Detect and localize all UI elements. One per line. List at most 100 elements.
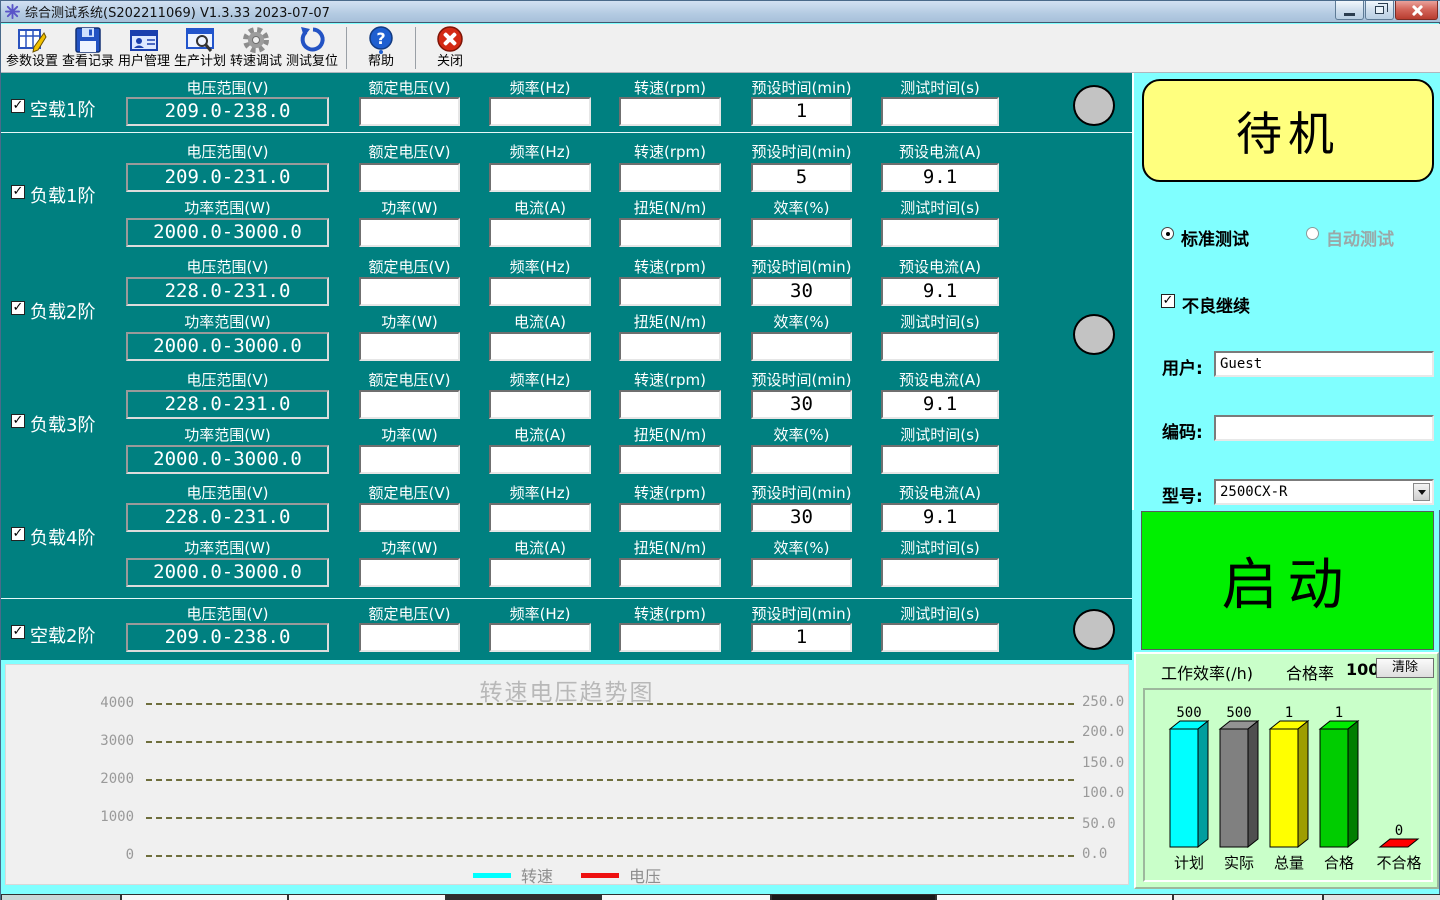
stage-enable-checkbox[interactable]: ✓ xyxy=(11,625,25,639)
code-input[interactable] xyxy=(1214,415,1434,441)
value-input[interactable] xyxy=(619,97,721,126)
value-input[interactable]: 9.1 xyxy=(881,163,999,192)
field-label: 预设电流(A) xyxy=(856,482,1024,503)
value-input[interactable] xyxy=(619,332,721,361)
stage-enable-checkbox[interactable]: ✓ xyxy=(11,414,25,428)
value-input[interactable] xyxy=(751,445,852,474)
field-label: 电压范围(V) xyxy=(101,603,354,624)
toolbar-button-help[interactable]: ? 帮助 xyxy=(353,25,409,72)
field-label: 功率范围(W) xyxy=(101,537,354,558)
value-input[interactable] xyxy=(881,623,999,652)
value-input[interactable] xyxy=(489,390,591,419)
value-input[interactable] xyxy=(359,558,460,587)
field-label: 预设时间(min) xyxy=(726,482,877,503)
toolbar-button-speed-debug[interactable]: 转速调试 xyxy=(228,25,284,72)
value-input[interactable] xyxy=(619,277,721,306)
value-input[interactable] xyxy=(881,218,999,247)
value-input[interactable]: 9.1 xyxy=(881,277,999,306)
radio-standard-test[interactable] xyxy=(1161,227,1174,240)
restore-button[interactable] xyxy=(1365,1,1394,20)
minimize-button[interactable] xyxy=(1335,1,1364,20)
field-label: 扭矩(N/m) xyxy=(594,537,746,558)
value-input[interactable] xyxy=(359,218,460,247)
legend-line-swatch xyxy=(473,873,511,878)
value-input[interactable] xyxy=(619,390,721,419)
legend-item: 转速 xyxy=(473,863,553,887)
value-input[interactable] xyxy=(489,623,591,652)
value-input[interactable] xyxy=(359,97,460,126)
value-input[interactable] xyxy=(751,218,852,247)
model-select[interactable]: 2500CX-R xyxy=(1214,479,1434,505)
value-input[interactable] xyxy=(359,390,460,419)
field-label: 额定电压(V) xyxy=(334,141,485,162)
stage-enable-checkbox[interactable]: ✓ xyxy=(11,527,25,541)
value-input[interactable] xyxy=(489,445,591,474)
value-input[interactable] xyxy=(489,503,591,532)
value-input[interactable]: 30 xyxy=(751,503,852,532)
left-axis-tick: 1000 xyxy=(44,809,134,825)
value-input[interactable] xyxy=(489,218,591,247)
radio-auto-test[interactable] xyxy=(1306,227,1319,240)
value-input[interactable] xyxy=(619,503,721,532)
value-input[interactable]: 9.1 xyxy=(881,503,999,532)
value-input[interactable] xyxy=(489,332,591,361)
bar-value-label: 500 xyxy=(1226,705,1251,721)
value-input[interactable] xyxy=(751,558,852,587)
start-button[interactable]: 启动 xyxy=(1141,511,1434,650)
stage-enable-checkbox[interactable]: ✓ xyxy=(11,99,25,113)
value-input[interactable] xyxy=(881,97,999,126)
field-label: 转速(rpm) xyxy=(594,141,746,162)
field-label: 转速(rpm) xyxy=(594,77,746,98)
continue-on-fail-checkbox[interactable]: ✓ xyxy=(1161,294,1175,308)
status-strip-segment xyxy=(1173,894,1323,900)
value-input[interactable]: 30 xyxy=(751,390,852,419)
value-input[interactable] xyxy=(881,445,999,474)
range-display: 228.0-231.0 xyxy=(126,277,329,306)
toolbar-button-view-records[interactable]: 查看记录 xyxy=(60,25,116,72)
stage-name: 负载1阶 xyxy=(30,182,95,208)
value-input[interactable] xyxy=(359,163,460,192)
field-label: 功率(W) xyxy=(334,197,485,218)
toolbar-label: 生产计划 xyxy=(174,55,226,69)
toolbar-button-production-plan[interactable]: 生产计划 xyxy=(172,25,228,72)
chevron-down-icon[interactable] xyxy=(1413,483,1430,501)
value-input[interactable] xyxy=(489,558,591,587)
close-button[interactable] xyxy=(1395,1,1438,20)
range-display: 2000.0-3000.0 xyxy=(126,558,329,587)
value-input[interactable] xyxy=(881,332,999,361)
field-label: 功率(W) xyxy=(334,537,485,558)
value-input[interactable] xyxy=(619,623,721,652)
stats-panel: 工作效率(/h) 合格率 100% 清除 500计划500实际1总量1合格0不合… xyxy=(1134,652,1439,889)
value-input[interactable]: 5 xyxy=(751,163,852,192)
value-input[interactable] xyxy=(489,97,591,126)
value-input[interactable] xyxy=(359,445,460,474)
value-input[interactable] xyxy=(359,277,460,306)
value-input[interactable]: 1 xyxy=(751,97,852,126)
toolbar-button-close-app[interactable]: 关闭 xyxy=(422,25,478,72)
value-input[interactable] xyxy=(619,445,721,474)
clear-button[interactable]: 清除 xyxy=(1376,658,1434,678)
value-input[interactable] xyxy=(359,623,460,652)
toolbar-button-parameter-settings[interactable]: 参数设置 xyxy=(4,25,60,72)
value-input[interactable] xyxy=(489,277,591,306)
value-input[interactable] xyxy=(359,503,460,532)
user-input[interactable]: Guest xyxy=(1214,351,1434,377)
value-input[interactable] xyxy=(881,558,999,587)
value-input[interactable] xyxy=(489,163,591,192)
legend-label: 转速 xyxy=(521,863,553,887)
value-input[interactable] xyxy=(619,558,721,587)
value-input[interactable]: 9.1 xyxy=(881,390,999,419)
stage-enable-checkbox[interactable]: ✓ xyxy=(11,301,25,315)
stage-enable-checkbox[interactable]: ✓ xyxy=(11,185,25,199)
toolbar-button-user-management[interactable]: 用户管理 xyxy=(116,25,172,72)
control-panel: 待机 标准测试 自动测试 ✓ 不良继续 用户: Guest 编码: 型号: 25… xyxy=(1132,73,1440,510)
value-input[interactable] xyxy=(619,163,721,192)
value-input[interactable] xyxy=(619,218,721,247)
value-input[interactable]: 30 xyxy=(751,277,852,306)
stage-name: 负载4阶 xyxy=(30,524,95,550)
value-input[interactable] xyxy=(359,332,460,361)
toolbar-button-test-reset[interactable]: 测试复位 xyxy=(284,25,340,72)
toolbar: 参数设置 查看记录 用户管理 xyxy=(1,24,1440,73)
value-input[interactable] xyxy=(751,332,852,361)
value-input[interactable]: 1 xyxy=(751,623,852,652)
